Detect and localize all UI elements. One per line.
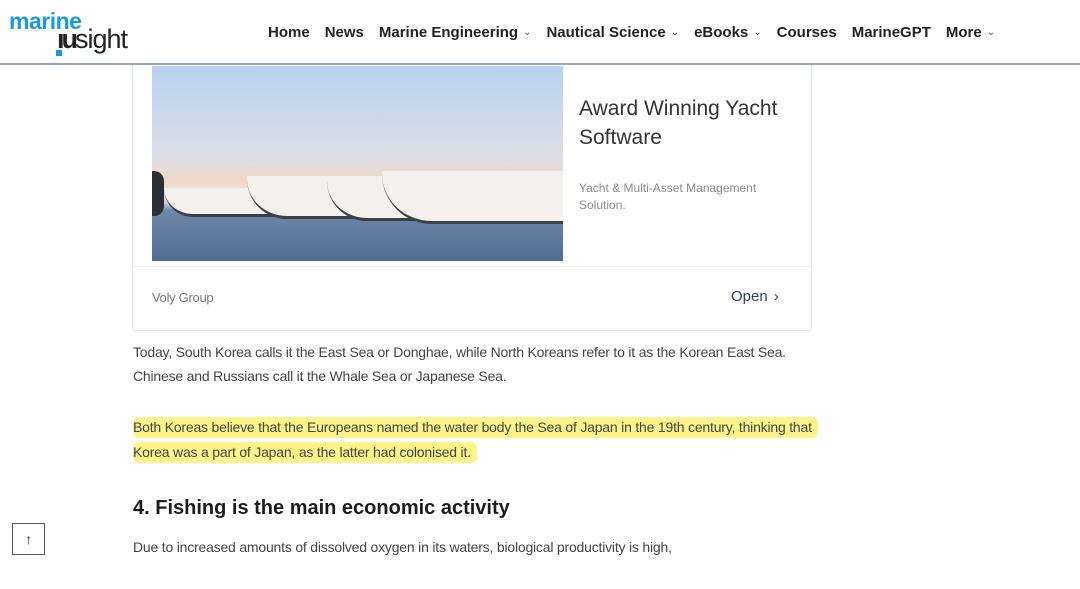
chevron-down-icon: ⌄ <box>753 27 762 38</box>
ad-source: Voly Group <box>152 290 214 305</box>
article-paragraph: Due to increased amounts of dissolved ox… <box>133 539 672 555</box>
nav-label: Home <box>268 24 310 41</box>
yacht-shape <box>382 171 563 224</box>
nav-label: Marine Engineering <box>378 24 519 41</box>
nav-label: MarineGPT <box>851 24 931 41</box>
ad-open-button[interactable]: Open › <box>731 288 779 305</box>
nav-label: More <box>945 24 982 41</box>
nav-marinegpt[interactable]: MarineGPT <box>852 24 931 41</box>
card-divider <box>133 266 811 267</box>
dark-hull-edge <box>152 171 164 216</box>
nav-label: Nautical Science <box>546 24 666 41</box>
chevron-down-icon: ⌄ <box>523 27 532 38</box>
nav-label: eBooks <box>694 24 749 41</box>
main-nav: Home News Marine Engineering ⌄ Nautical S… <box>268 24 1010 41</box>
nav-nautical-science[interactable]: Nautical Science ⌄ <box>546 24 679 41</box>
nav-more[interactable]: More ⌄ <box>946 24 995 41</box>
nav-label: News <box>324 24 364 41</box>
highlighted-paragraph: Both Koreas believe that the Europeans n… <box>133 415 818 465</box>
nav-marine-engineering[interactable]: Marine Engineering ⌄ <box>379 24 532 41</box>
logo-text-insight: ıusight <box>57 24 128 54</box>
nav-ebooks[interactable]: eBooks ⌄ <box>694 24 762 41</box>
site-header: marine ıusight Home News Marine Engineer… <box>0 0 1080 65</box>
text-highlight: Both Koreas believe that the Europeans n… <box>133 417 818 463</box>
article-content: Award Winning Yacht Software Yacht & Mul… <box>0 55 1080 589</box>
ad-card[interactable]: Award Winning Yacht Software Yacht & Mul… <box>132 55 812 331</box>
arrow-up-icon: ↑ <box>25 531 32 547</box>
chevron-down-icon: ⌄ <box>986 27 996 38</box>
nav-news[interactable]: News <box>325 24 364 41</box>
nav-label: Courses <box>776 24 837 41</box>
nav-home[interactable]: Home <box>268 24 310 41</box>
logo-dot <box>56 50 62 56</box>
ad-description: Yacht & Multi-Asset Management Solution. <box>579 181 757 212</box>
ad-title[interactable]: Award Winning Yacht Software <box>579 94 799 152</box>
ad-open-label: Open <box>731 288 768 305</box>
ad-image-yachts[interactable] <box>152 66 563 261</box>
article-paragraph: Today, South Korea calls it the East Sea… <box>133 344 786 384</box>
chevron-right-icon: › <box>773 288 779 305</box>
site-logo[interactable]: marine ıusight <box>9 8 134 56</box>
section-heading: 4. Fishing is the main economic activity <box>133 497 510 519</box>
back-to-top-button[interactable]: ↑ <box>12 523 45 555</box>
nav-courses[interactable]: Courses <box>777 24 837 41</box>
chevron-down-icon: ⌄ <box>670 27 680 38</box>
